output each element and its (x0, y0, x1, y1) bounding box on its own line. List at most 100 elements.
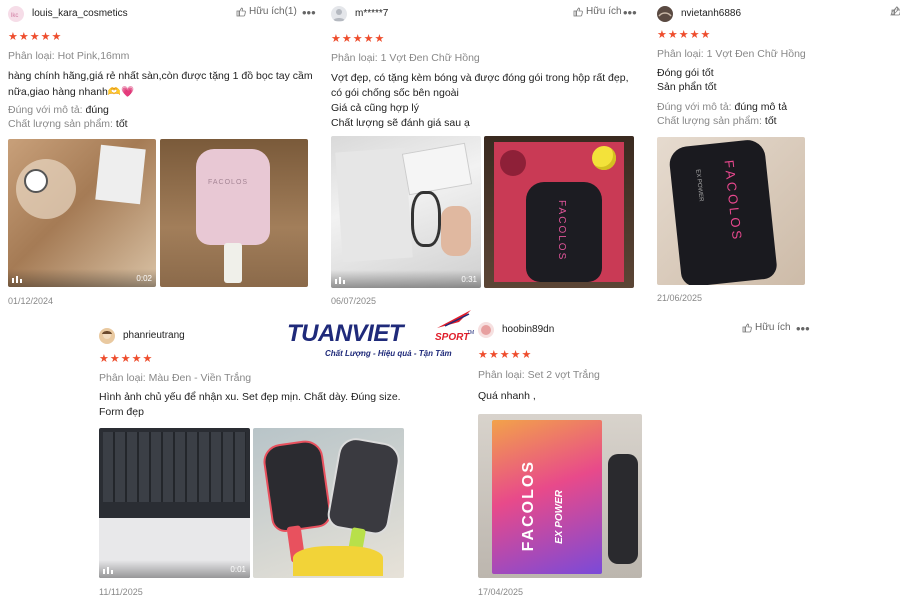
review-text-line: Vợt đẹp, có tặng kèm bóng và được đóng g… (331, 72, 629, 84)
variant-label: Phân loại: Màu Đen - Viền Trắng (99, 372, 252, 384)
video-duration: 0:02 (136, 274, 152, 283)
box-brand: FACOLOS (520, 460, 537, 552)
review-text-line: Form đẹp (99, 406, 144, 418)
more-icon[interactable]: ••• (623, 5, 637, 20)
logo-tm: TM (467, 330, 475, 336)
review-4: phanrieutrang ★★★★★ Phân loại: Màu Đen -… (99, 328, 429, 600)
rating-stars: ★★★★★ (331, 33, 386, 45)
paddle-brand: FACOLOS (556, 200, 567, 262)
paddle-image (261, 438, 333, 534)
helpful-label: Hữu ích(1) (249, 6, 297, 17)
paddle-image: FACOLOS (196, 149, 270, 245)
helpful-label: Hữu ích (586, 6, 622, 17)
svg-text:lkc: lkc (11, 13, 18, 19)
video-icon (335, 277, 345, 284)
logo-swoosh-icon (437, 310, 471, 328)
username: phanrieutrang (123, 330, 185, 341)
paddle-brand: FACOLOS (721, 159, 746, 243)
review-text-line: có gói chống sốc bên ngoài (331, 87, 459, 99)
rating-stars: ★★★★★ (8, 31, 63, 43)
review-5: hoobin89dn Hữu ích ••• ★★★★★ Phân loại: … (478, 321, 818, 600)
helpful-button[interactable]: Hữu ích (742, 322, 791, 333)
review-photo[interactable] (253, 428, 404, 578)
review-date: 11/11/2025 (99, 587, 143, 597)
review-text-line: Giá cả cũng hợp lý (331, 102, 420, 114)
video-duration: 0:31 (461, 275, 477, 284)
avatar[interactable] (478, 322, 494, 338)
review-header: m*****7 Hữu ích ••• (331, 5, 641, 28)
paddle-image (325, 435, 403, 537)
meta-label: Chất lượng sản phẩm: (8, 118, 113, 130)
video-icon (12, 276, 22, 283)
meta-value: đúng mô tả (734, 101, 788, 113)
variant-label: Phân loại: 1 Vợt Đen Chữ Hồng (657, 48, 806, 60)
review-header: lkc louis_kara_cosmetics Hữu ích(1) ••• (8, 5, 318, 28)
review-video[interactable]: 0:31 (331, 136, 481, 288)
meta-description: Đúng với mô tả: đúng mô tả (657, 101, 787, 113)
paddle-brand: FACOLOS (208, 179, 249, 186)
meta-value: đúng (85, 104, 109, 116)
meta-label: Đúng với mô tả: (8, 104, 83, 116)
review-photo[interactable]: FACOLOS (160, 139, 308, 287)
rating-stars: ★★★★★ (478, 349, 533, 361)
thumb-up-icon (573, 7, 583, 16)
avatar[interactable] (99, 328, 115, 344)
review-text-line: Chất lượng sẽ đánh giá sau ạ (331, 117, 470, 129)
review-text-line: Quá nhanh , (478, 390, 536, 402)
logo-sport: SPORT (435, 332, 470, 343)
review-date: 01/12/2024 (8, 296, 54, 306)
meta-quality: Chất lượng sản phẩm: tốt (8, 118, 128, 130)
paddle-image: FACOLOS EX POWER (667, 138, 779, 285)
review-date: 17/04/2025 (478, 587, 524, 597)
meta-quality: Chất lượng sản phẩm: tốt (657, 115, 777, 127)
paddle-series: EX POWER (694, 169, 704, 202)
thumb-up-icon (742, 323, 752, 332)
box-series: EX POWER (554, 490, 565, 544)
meta-description: Đúng với mô tả: đúng (8, 104, 109, 116)
username: louis_kara_cosmetics (32, 8, 128, 19)
review-3: nvietanh6886 ★★★★★ Phân loại: 1 Vợt Đen … (657, 6, 900, 306)
username: hoobin89dn (502, 324, 555, 335)
edit-icon[interactable] (890, 6, 900, 16)
avatar[interactable]: lkc (8, 6, 24, 22)
more-icon[interactable]: ••• (302, 5, 316, 20)
helpful-button[interactable]: Hữu ích(1) (236, 6, 297, 17)
variant-label: Phân loại: Hot Pink,16mm (8, 50, 130, 62)
avatar[interactable] (331, 6, 347, 22)
avatar[interactable] (657, 6, 673, 22)
review-video[interactable]: 0:02 (8, 139, 156, 287)
review-photo[interactable]: FACOLOS EX POWER (657, 137, 805, 285)
review-photo[interactable]: FACOLOS EX POWER (478, 414, 642, 578)
video-duration: 0:01 (230, 565, 246, 574)
meta-value: tốt (115, 118, 128, 130)
username: m*****7 (355, 8, 389, 19)
review-header: nvietanh6886 (657, 6, 900, 28)
review-text-line: hàng chính hãng,giá rẻ nhất sàn,còn được… (8, 70, 313, 82)
review-text-line: nữa,giao hàng nhanh🫶💗 (8, 86, 135, 98)
review-header: phanrieutrang (99, 328, 429, 350)
review-2: m*****7 Hữu ích ••• ★★★★★ Phân loại: 1 V… (331, 5, 641, 306)
video-icon (103, 567, 113, 574)
review-header: hoobin89dn Hữu ích ••• (478, 321, 818, 344)
rating-stars: ★★★★★ (99, 353, 154, 365)
review-text-line: Sản phẩn tốt (657, 81, 717, 93)
meta-label: Đúng với mô tả: (657, 101, 732, 113)
review-video[interactable]: 0:01 (99, 428, 250, 578)
more-icon[interactable]: ••• (796, 321, 810, 336)
paddle-image: FACOLOS (526, 182, 602, 282)
meta-value: tốt (764, 115, 777, 127)
helpful-label: Hữu ích (755, 322, 791, 333)
variant-label: Phân loại: Set 2 vợt Trắng (478, 369, 600, 381)
review-text-line: Hình ảnh chủ yếu để nhận xu. Set đẹp mịn… (99, 391, 401, 403)
review-date: 06/07/2025 (331, 296, 377, 306)
meta-label: Chất lượng sản phẩm: (657, 115, 762, 127)
review-1: lkc louis_kara_cosmetics Hữu ích(1) ••• … (8, 5, 318, 306)
thumb-up-icon (236, 7, 246, 16)
review-text-line: Đóng gói tốt (657, 67, 714, 79)
variant-label: Phân loại: 1 Vợt Đen Chữ Hồng (331, 52, 480, 64)
rating-stars: ★★★★★ (657, 29, 712, 41)
helpful-button[interactable]: Hữu ích (573, 6, 622, 17)
review-date: 21/06/2025 (657, 293, 703, 303)
review-photo[interactable]: FACOLOS (484, 136, 634, 288)
username: nvietanh6886 (681, 8, 742, 19)
